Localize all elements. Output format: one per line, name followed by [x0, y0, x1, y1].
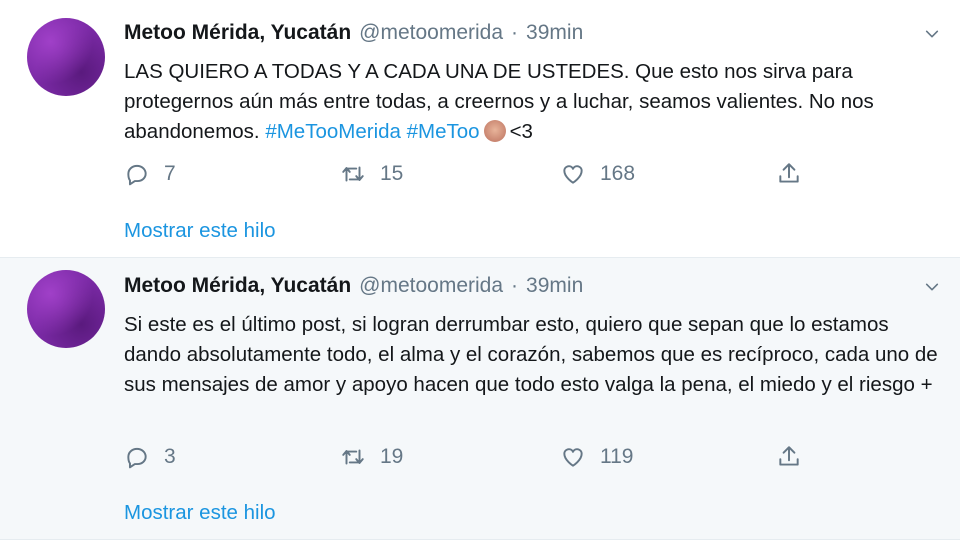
- emoji-icon: [483, 120, 506, 142]
- reply-count: 7: [164, 162, 176, 185]
- retweet-button[interactable]: 19: [340, 444, 403, 470]
- show-thread-link[interactable]: Mostrar este hilo: [124, 219, 276, 243]
- tweet-text: Si este es el último post, si logran der…: [124, 310, 944, 400]
- like-count: 119: [600, 445, 634, 468]
- share-button[interactable]: [776, 444, 816, 470]
- share-icon: [779, 446, 799, 466]
- reply-button[interactable]: 3: [124, 444, 176, 470]
- retweet-button[interactable]: 15: [340, 161, 403, 187]
- share-button[interactable]: [776, 161, 816, 187]
- separator-dot: ·: [511, 274, 519, 297]
- author-name[interactable]: Metoo Mérida, Yucatán: [124, 21, 351, 45]
- tweet-body: Si este es el último post, si logran der…: [124, 313, 938, 396]
- tweet[interactable]: Metoo Mérida, Yucatán @metoomerida · 39m…: [0, 0, 960, 258]
- author-handle[interactable]: @metoomerida: [359, 21, 503, 45]
- avatar[interactable]: [27, 18, 105, 96]
- hashtag-link[interactable]: #MeToo: [407, 120, 480, 143]
- like-button[interactable]: 119: [560, 444, 633, 470]
- reply-count: 3: [164, 445, 176, 468]
- heart-icon: [563, 165, 583, 184]
- reply-button[interactable]: 7: [124, 161, 176, 187]
- tweet-header: Metoo Mérida, Yucatán @metoomerida · 39m…: [124, 18, 940, 48]
- chevron-down-icon[interactable]: [924, 279, 940, 295]
- author-name[interactable]: Metoo Mérida, Yucatán: [124, 274, 351, 298]
- retweet-icon: [342, 166, 364, 182]
- share-icon: [779, 163, 799, 183]
- tweet-actions: 7 15 168: [124, 161, 824, 191]
- timestamp[interactable]: 39min: [526, 21, 583, 45]
- retweet-icon: [342, 449, 364, 465]
- heart-icon: [563, 448, 583, 467]
- reply-icon: [127, 447, 147, 469]
- chevron-down-icon[interactable]: [924, 26, 940, 42]
- separator-dot: ·: [511, 21, 519, 44]
- reply-icon: [127, 164, 147, 186]
- like-button[interactable]: 168: [560, 161, 635, 187]
- tweet[interactable]: Metoo Mérida, Yucatán @metoomerida · 39m…: [0, 258, 960, 540]
- hashtag-link[interactable]: #MeTooMerida: [265, 120, 401, 143]
- retweet-count: 15: [380, 162, 404, 185]
- tweet-text: LAS QUIERO A TODAS Y A CADA UNA DE USTED…: [124, 57, 944, 147]
- avatar[interactable]: [27, 270, 105, 348]
- tweet-actions: 3 19 119: [124, 444, 824, 474]
- tweet-body-end: <3: [509, 120, 533, 143]
- retweet-count: 19: [380, 445, 404, 468]
- tweet-header: Metoo Mérida, Yucatán @metoomerida · 39m…: [124, 271, 940, 301]
- like-count: 168: [600, 162, 636, 185]
- show-thread-link[interactable]: Mostrar este hilo: [124, 501, 276, 525]
- author-handle[interactable]: @metoomerida: [359, 274, 503, 298]
- timestamp[interactable]: 39min: [526, 274, 583, 298]
